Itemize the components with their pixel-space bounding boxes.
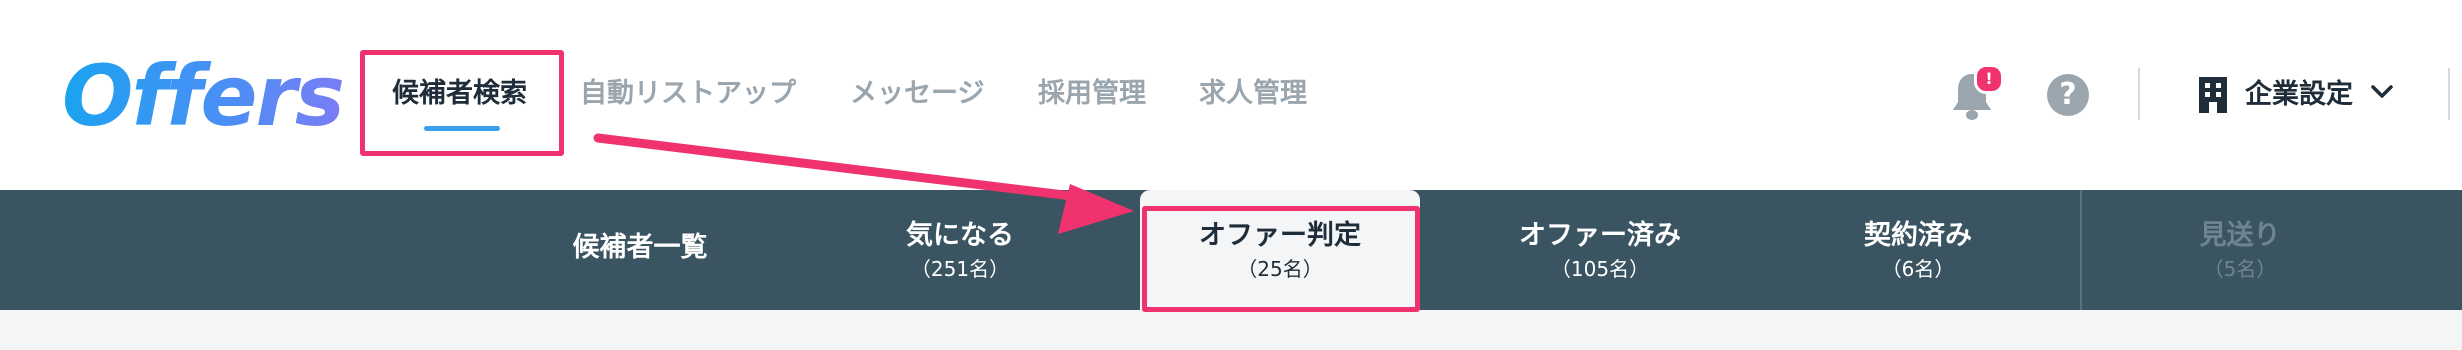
tab-offered[interactable]: オファー済み （105名） — [1490, 190, 1710, 310]
notification-badge: ! — [1974, 64, 2004, 94]
highlight-box-nav — [360, 50, 564, 156]
tab-label: 見送り — [2199, 220, 2281, 251]
offers-logo[interactable]: Offers — [62, 36, 345, 156]
content-area — [0, 310, 2462, 350]
nav-job-management[interactable]: 求人管理 — [1199, 68, 1307, 120]
tab-contracted[interactable]: 契約済み （6名） — [1818, 190, 2018, 310]
highlight-box-tab — [1142, 206, 1420, 312]
tab-label: オファー済み — [1519, 220, 1681, 251]
header-divider — [2138, 68, 2140, 120]
tab-label: 気になる — [906, 220, 1014, 251]
tab-label: 候補者一覧 — [572, 232, 708, 263]
tab-declined[interactable]: 見送り （5名） — [2140, 190, 2340, 310]
tab-label: 契約済み — [1864, 220, 1972, 251]
header-edge-divider — [2448, 68, 2450, 120]
tab-interested[interactable]: 気になる （251名） — [860, 190, 1060, 310]
tab-count: （5名） — [2203, 257, 2277, 281]
nav-messages[interactable]: メッセージ — [850, 68, 984, 120]
tab-count: （105名） — [1550, 257, 1650, 281]
nav-recruitment-management[interactable]: 採用管理 — [1038, 68, 1146, 120]
tab-candidate-list[interactable]: 候補者一覧 — [540, 190, 740, 310]
building-icon — [2199, 77, 2227, 113]
help-icon[interactable]: ? — [2047, 74, 2089, 116]
chevron-down-icon[interactable] — [2370, 82, 2394, 102]
nav-auto-listup[interactable]: 自動リストアップ — [580, 68, 796, 120]
tab-count: （6名） — [1881, 257, 1955, 281]
tab-count: （251名） — [910, 257, 1010, 281]
tab-divider — [2080, 190, 2082, 310]
company-settings-label[interactable]: 企業設定 — [2245, 72, 2353, 118]
